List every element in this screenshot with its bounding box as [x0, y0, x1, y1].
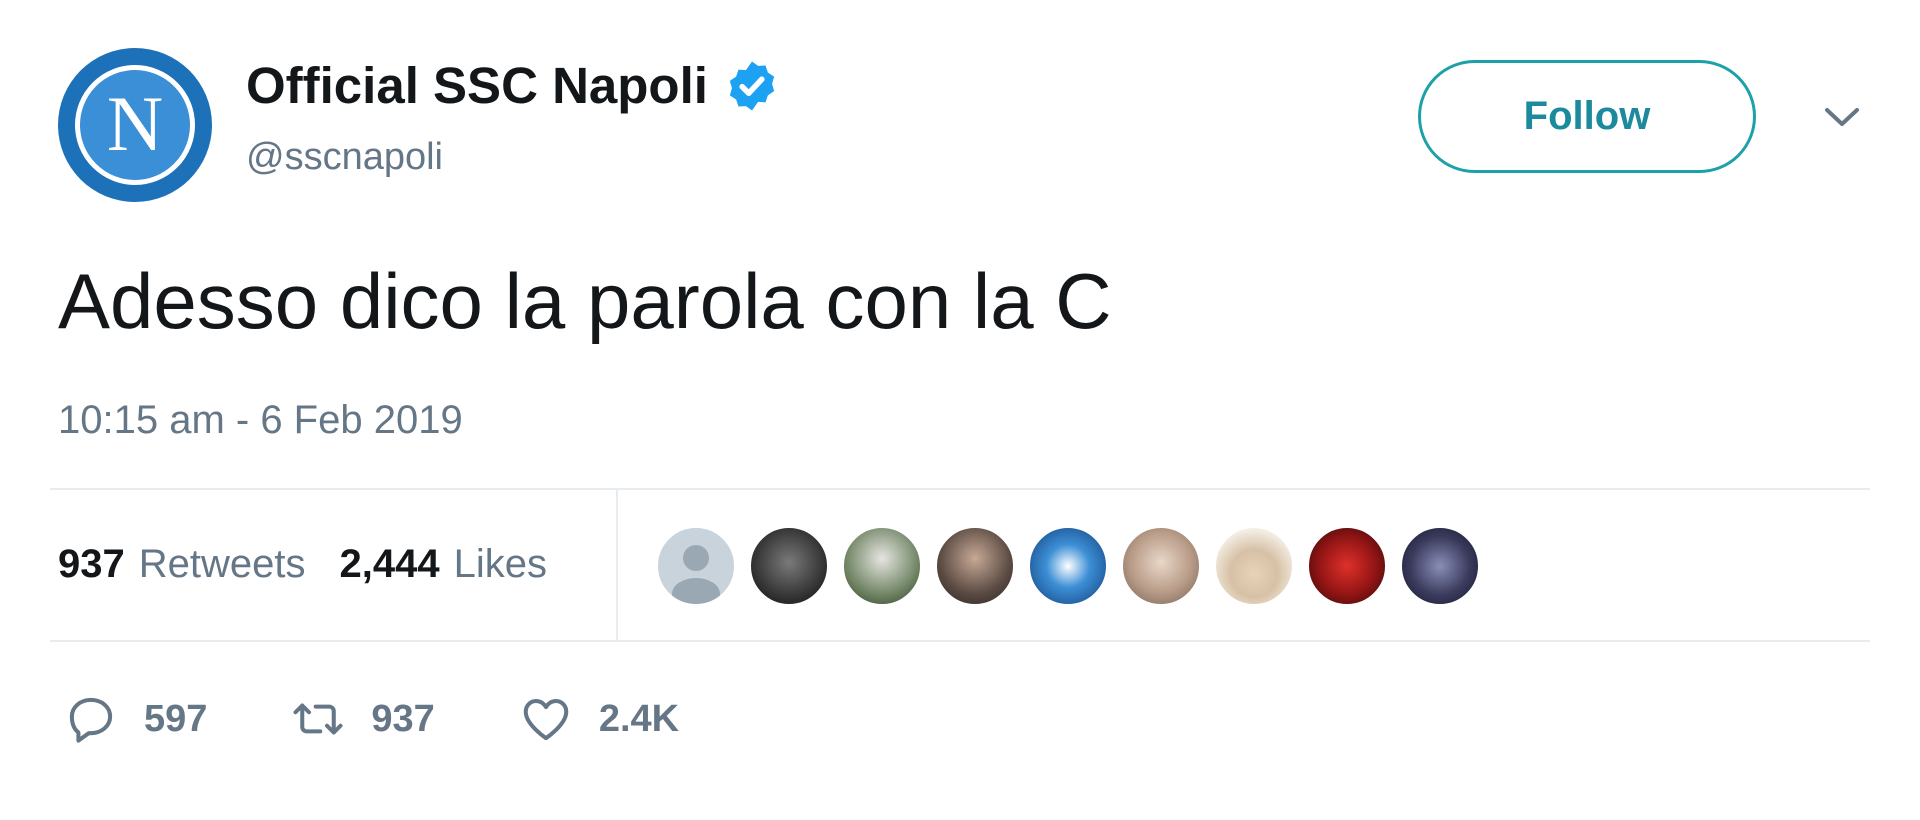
tweet-timestamp[interactable]: 10:15 am - 6 Feb 2019 — [58, 398, 463, 443]
likers-avatars — [656, 526, 1493, 606]
divider — [50, 488, 1870, 490]
avatar-letter: N — [107, 80, 163, 167]
handle[interactable]: @sscnapoli — [246, 136, 443, 179]
heart-icon — [523, 698, 569, 741]
liker-avatar[interactable] — [656, 526, 736, 606]
divider — [50, 640, 1870, 642]
retweets-label: Retweets — [138, 542, 306, 586]
retweets-count: 937 — [58, 542, 125, 586]
liker-avatar[interactable] — [1028, 526, 1108, 606]
retweets-stat[interactable]: 937 Retweets — [58, 542, 306, 587]
verified-badge-icon — [729, 61, 775, 110]
follow-button[interactable]: Follow — [1418, 60, 1756, 173]
liker-avatar[interactable] — [749, 526, 829, 606]
napoli-logo: N — [75, 65, 195, 185]
reply-icon — [69, 697, 113, 743]
default-user-icon — [672, 545, 720, 604]
likes-count: 2,444 — [339, 542, 440, 586]
display-name[interactable]: Official SSC Napoli — [246, 56, 780, 115]
like-count: 2.4K — [598, 697, 680, 740]
like-button[interactable]: 2.4K — [519, 692, 679, 746]
likes-stat[interactable]: 2,444 Likes — [340, 542, 548, 587]
liker-avatar[interactable] — [1214, 526, 1294, 606]
likes-label: Likes — [453, 542, 547, 586]
liker-avatar[interactable] — [842, 526, 922, 606]
liker-avatar[interactable] — [935, 526, 1015, 606]
tweet-stats: 937 Retweets 2,444 Likes — [58, 542, 547, 587]
liker-avatar[interactable] — [1121, 526, 1201, 606]
tweet-card: N Official SSC Napoli @sscnapoli Follow … — [0, 0, 1920, 820]
tweet-text: Adesso dico la parola con la C — [58, 257, 1112, 345]
chevron-down-icon[interactable] — [1822, 102, 1862, 132]
tweet-actions: 597 937 2.4K — [64, 692, 763, 746]
divider — [616, 490, 618, 640]
retweet-button[interactable]: 937 — [291, 692, 435, 746]
reply-count: 597 — [144, 697, 208, 740]
retweet-count: 937 — [371, 697, 435, 740]
retweet-icon — [293, 703, 343, 735]
reply-button[interactable]: 597 — [64, 692, 207, 746]
liker-avatar[interactable] — [1307, 526, 1387, 606]
liker-avatar[interactable] — [1400, 526, 1480, 606]
avatar[interactable]: N — [58, 48, 212, 202]
display-name-text[interactable]: Official SSC Napoli — [246, 56, 708, 115]
